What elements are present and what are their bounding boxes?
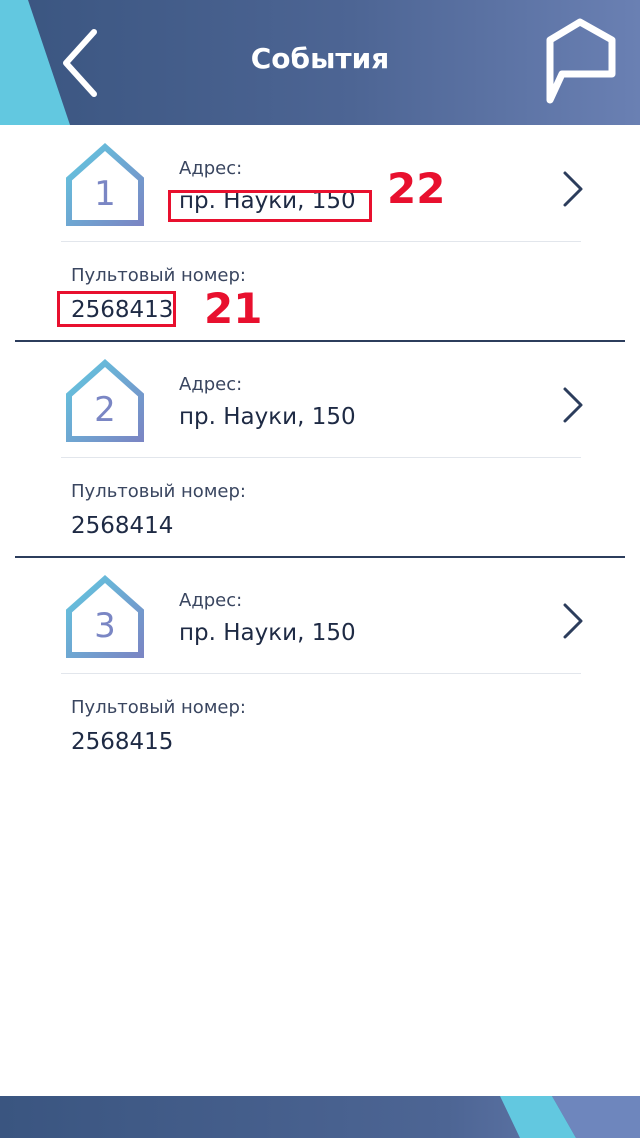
app-footer — [0, 1096, 640, 1138]
address-label: Адрес: — [179, 590, 243, 611]
card-separator — [61, 241, 581, 242]
console-number-label: Пультовый номер: — [71, 265, 246, 286]
house-number: 2 — [94, 390, 116, 430]
console-number-value: 2568415 — [71, 729, 174, 755]
house-number: 1 — [94, 174, 116, 214]
console-number-label: Пультовый номер: — [71, 697, 246, 718]
chevron-right-icon[interactable] — [559, 601, 587, 641]
house-icon: 2 — [66, 358, 144, 442]
house-icon: 3 — [66, 574, 144, 658]
console-annotation-number: 21 — [204, 284, 263, 333]
chevron-right-icon[interactable] — [559, 169, 587, 209]
event-card-3[interactable]: 3 Адрес: пр. Науки, 150 Пультовый номер:… — [15, 557, 625, 773]
address-label: Адрес: — [179, 374, 243, 395]
console-number-label: Пультовый номер: — [71, 481, 246, 502]
address-annotation-number: 22 — [387, 164, 446, 213]
card-separator — [61, 673, 581, 674]
address-value: пр. Науки, 150 — [179, 404, 356, 430]
house-icon: 1 — [66, 142, 144, 226]
flag-button[interactable] — [540, 16, 620, 108]
console-number-highlight-box — [57, 291, 176, 327]
house-number: 3 — [94, 606, 116, 646]
card-separator — [61, 457, 581, 458]
event-card-2[interactable]: 2 Адрес: пр. Науки, 150 Пультовый номер:… — [15, 341, 625, 558]
address-highlight-box — [168, 190, 372, 222]
address-label: Адрес: — [179, 158, 243, 179]
chevron-right-icon[interactable] — [559, 385, 587, 425]
address-value: пр. Науки, 150 — [179, 620, 356, 646]
app-header: События — [0, 0, 640, 125]
console-number-value: 2568414 — [71, 513, 174, 539]
